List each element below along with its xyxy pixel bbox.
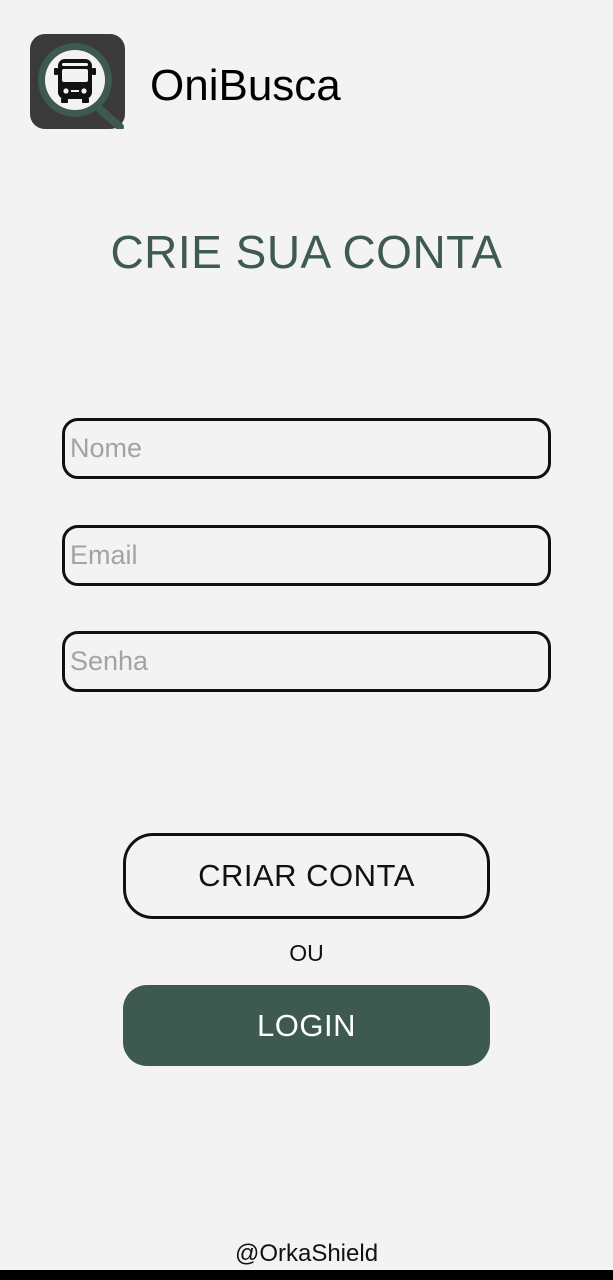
app-name: OniBusca bbox=[150, 61, 341, 110]
bus-search-icon bbox=[30, 34, 125, 131]
login-button[interactable]: LOGIN bbox=[123, 985, 490, 1066]
app-logo bbox=[30, 34, 125, 131]
or-separator: OU bbox=[289, 940, 324, 966]
page-title: CRIE SUA CONTA bbox=[110, 226, 503, 278]
email-field[interactable] bbox=[62, 525, 551, 586]
system-nav-bar bbox=[0, 1270, 613, 1280]
name-field[interactable] bbox=[62, 418, 551, 479]
footer-credit: @OrkaShield bbox=[234, 1240, 379, 1267]
create-account-button[interactable]: CRIAR CONTA bbox=[123, 833, 490, 919]
password-field[interactable] bbox=[62, 631, 551, 692]
